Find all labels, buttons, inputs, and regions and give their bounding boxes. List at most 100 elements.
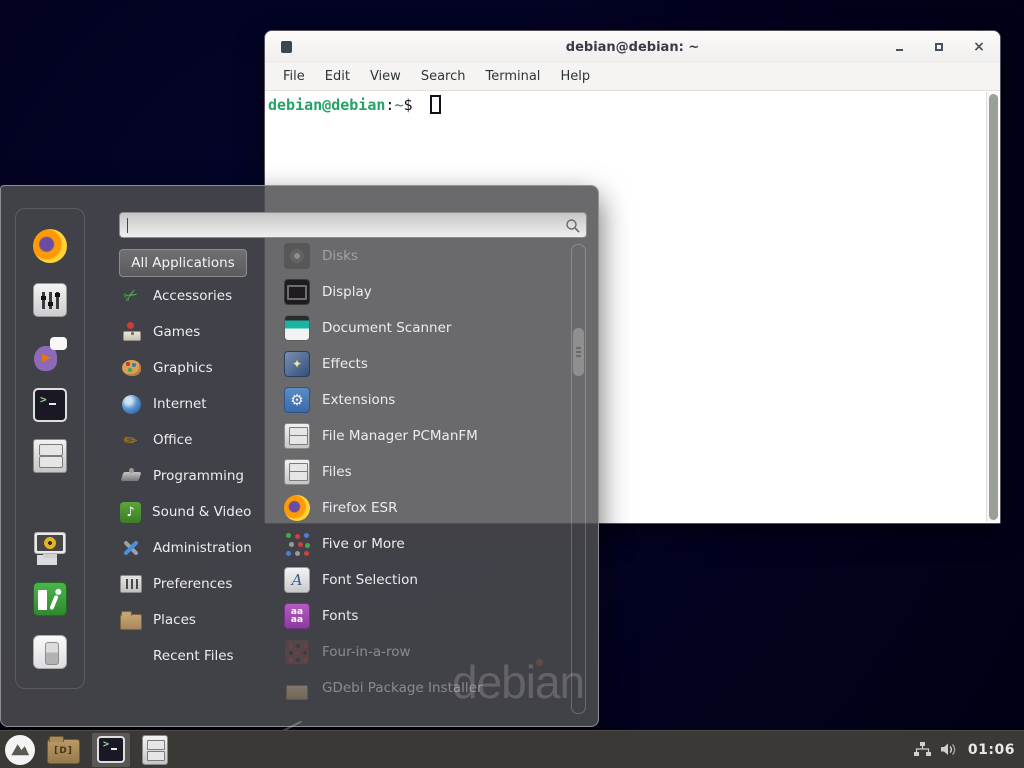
file-manager-launcher[interactable] <box>142 735 168 765</box>
firefox-icon[interactable] <box>33 229 67 263</box>
app-item-files[interactable]: Files <box>284 454 570 490</box>
category-all-applications[interactable]: All Applications <box>119 249 247 277</box>
shutdown-icon[interactable] <box>33 635 67 669</box>
effects-icon <box>284 351 310 377</box>
files-icon <box>284 459 310 485</box>
app-item-label: GDebi Package Installer <box>322 680 483 696</box>
category-programming[interactable]: Programming <box>119 458 279 494</box>
menu-search[interactable]: Search <box>411 63 476 90</box>
category-preferences[interactable]: Preferences <box>119 566 279 602</box>
app-list-scrollbar-thumb[interactable] <box>573 328 584 376</box>
menu-button-mountain-icon <box>8 738 32 762</box>
category-games[interactable]: Games <box>119 314 279 350</box>
app-list-scrollbar[interactable] <box>571 244 586 714</box>
window-controls: × <box>892 31 986 63</box>
games-icon <box>119 320 143 344</box>
application-list: Disks Display Document Scanner Effects E… <box>284 238 570 704</box>
gdebi-icon <box>284 675 310 701</box>
app-item-five-or-more[interactable]: Five or More <box>284 526 570 562</box>
app-item-document-scanner[interactable]: Document Scanner <box>284 310 570 346</box>
places-icon <box>119 608 143 632</box>
app-item-fonts[interactable]: Fonts <box>284 598 570 634</box>
category-graphics[interactable]: Graphics <box>119 350 279 386</box>
minimize-button[interactable] <box>892 40 906 54</box>
font-selection-icon <box>284 567 310 593</box>
sound-video-icon <box>120 502 141 523</box>
programming-icon <box>119 464 143 488</box>
app-item-disks[interactable]: Disks <box>284 238 570 274</box>
category-accessories[interactable]: Accessories <box>119 278 279 314</box>
category-recent-files[interactable]: Recent Files <box>119 638 279 674</box>
app-item-gdebi-package-installer[interactable]: GDebi Package Installer <box>284 670 570 704</box>
extensions-icon <box>284 387 310 413</box>
category-label: Preferences <box>153 576 232 592</box>
menu-view[interactable]: View <box>360 63 411 90</box>
category-internet[interactable]: Internet <box>119 386 279 422</box>
network-icon[interactable] <box>913 742 931 757</box>
category-list: Accessories Games Graphics Internet Offi… <box>119 278 279 674</box>
terminal-icon[interactable] <box>33 388 67 422</box>
lock-screen-icon[interactable] <box>31 531 69 565</box>
desktop: debian debian@debian: ~ × File Edit View… <box>0 0 1024 768</box>
terminal-app-icon <box>281 41 292 53</box>
category-label: Administration <box>153 540 252 556</box>
terminal-icon <box>97 736 125 763</box>
category-sound-video[interactable]: Sound & Video <box>119 494 279 530</box>
preferences-icon <box>119 572 143 596</box>
app-item-label: Extensions <box>322 392 395 408</box>
app-item-effects[interactable]: Effects <box>284 346 570 382</box>
volume-icon[interactable] <box>940 742 959 757</box>
terminal-taskbar-item[interactable] <box>92 733 130 767</box>
internet-icon <box>119 392 143 416</box>
category-administration[interactable]: Administration <box>119 530 279 566</box>
terminal-titlebar[interactable]: debian@debian: ~ × <box>265 31 1000 63</box>
file-manager-icon <box>284 423 310 449</box>
magnifier-icon <box>565 218 580 233</box>
app-item-label: File Manager PCManFM <box>322 428 478 444</box>
terminal-menubar: File Edit View Search Terminal Help <box>265 63 1000 91</box>
pidgin-icon[interactable] <box>33 337 67 371</box>
firefox-icon <box>284 495 310 521</box>
close-button[interactable]: × <box>972 40 986 54</box>
category-label: Graphics <box>153 360 213 376</box>
app-item-display[interactable]: Display <box>284 274 570 310</box>
category-places[interactable]: Places <box>119 602 279 638</box>
app-item-label: Font Selection <box>322 572 418 588</box>
favorites-panel <box>15 208 85 689</box>
logout-icon[interactable] <box>33 582 67 616</box>
document-scanner-icon <box>284 315 310 341</box>
app-item-four-in-a-row[interactable]: Four-in-a-row <box>284 634 570 670</box>
terminal-scrollbar-thumb[interactable] <box>989 94 998 520</box>
terminal-prompt: debian@debian:~$ <box>268 95 980 114</box>
application-menu: All Applications Accessories Games Graph… <box>0 185 599 727</box>
menu-terminal[interactable]: Terminal <box>475 63 550 90</box>
menu-button[interactable] <box>5 735 35 765</box>
app-item-label: Document Scanner <box>322 320 451 336</box>
app-item-firefox-esr[interactable]: Firefox ESR <box>284 490 570 526</box>
five-or-more-icon <box>284 531 310 557</box>
taskbar-launchers: [D] <box>0 733 168 767</box>
app-item-extensions[interactable]: Extensions <box>284 382 570 418</box>
display-icon <box>284 279 310 305</box>
accessories-icon <box>119 284 143 308</box>
category-label: Office <box>153 432 192 448</box>
category-all-applications-label: All Applications <box>131 255 235 271</box>
clock[interactable]: 01:06 <box>968 742 1015 758</box>
maximize-button[interactable] <box>932 40 946 54</box>
taskbar: [D] 01:06 <box>0 730 1024 768</box>
search-input[interactable] <box>119 212 587 238</box>
terminal-cursor <box>430 95 441 114</box>
settings-icon[interactable] <box>33 283 67 317</box>
app-item-font-selection[interactable]: Font Selection <box>284 562 570 598</box>
folder-launcher[interactable]: [D] <box>47 739 80 764</box>
category-office[interactable]: Office <box>119 422 279 458</box>
app-item-file-manager-pcmanfm[interactable]: File Manager PCManFM <box>284 418 570 454</box>
app-item-label: Four-in-a-row <box>322 644 411 660</box>
menu-help[interactable]: Help <box>550 63 600 90</box>
terminal-scrollbar[interactable] <box>986 92 999 522</box>
app-item-label: Fonts <box>322 608 358 624</box>
system-tray: 01:06 <box>913 742 1024 758</box>
menu-file[interactable]: File <box>273 63 315 90</box>
menu-edit[interactable]: Edit <box>315 63 360 90</box>
file-manager-icon[interactable] <box>33 439 67 473</box>
